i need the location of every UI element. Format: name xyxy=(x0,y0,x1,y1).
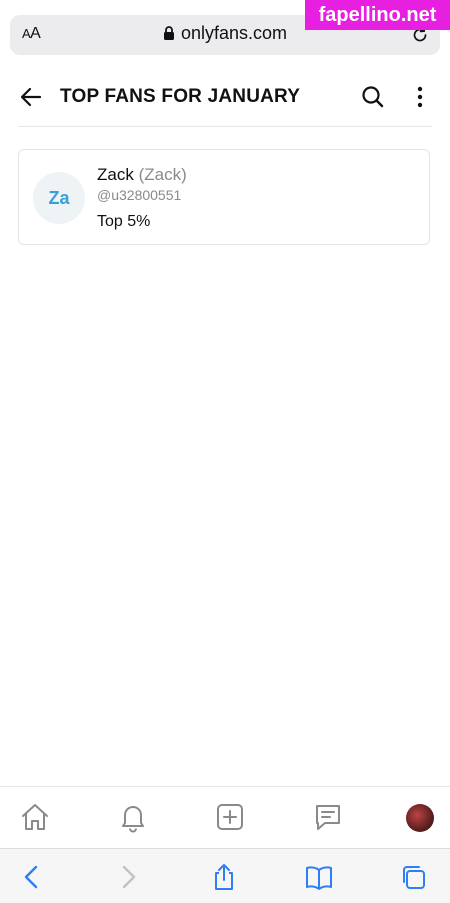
url-text: onlyfans.com xyxy=(180,23,288,43)
fan-name-line: Zack (Zack) xyxy=(97,165,187,185)
tabs-icon[interactable] xyxy=(400,863,428,891)
page-header: TOP FANS FOR JANUARY xyxy=(0,66,450,128)
fan-card[interactable]: Za Zack (Zack) @u32800551 Top 5% xyxy=(18,149,430,245)
plus-square-icon[interactable] xyxy=(214,801,246,833)
bell-icon[interactable] xyxy=(117,801,149,833)
chevron-right-icon[interactable] xyxy=(114,863,142,891)
app-bottom-nav xyxy=(0,786,450,849)
home-icon[interactable] xyxy=(19,801,51,833)
fan-rank: Top 5% xyxy=(97,213,151,230)
arrow-left-icon[interactable] xyxy=(18,84,44,110)
fan-avatar[interactable]: Za xyxy=(33,172,85,224)
page-title: TOP FANS FOR JANUARY xyxy=(60,86,301,107)
message-icon[interactable] xyxy=(312,801,344,833)
book-icon[interactable] xyxy=(305,863,333,891)
profile-avatar[interactable] xyxy=(406,804,434,832)
share-icon[interactable] xyxy=(210,863,238,891)
fan-handle: @u32800551 xyxy=(97,187,182,203)
browser-toolbar xyxy=(0,848,450,903)
search-icon[interactable] xyxy=(360,84,386,110)
fan-name[interactable]: Zack xyxy=(97,165,134,184)
fan-display-name: (Zack) xyxy=(138,165,187,184)
header-divider xyxy=(18,126,432,127)
chevron-left-icon[interactable] xyxy=(18,863,46,891)
lock-icon xyxy=(163,26,174,40)
watermark: fapellino.net xyxy=(305,0,450,30)
more-vertical-icon[interactable] xyxy=(408,84,432,110)
